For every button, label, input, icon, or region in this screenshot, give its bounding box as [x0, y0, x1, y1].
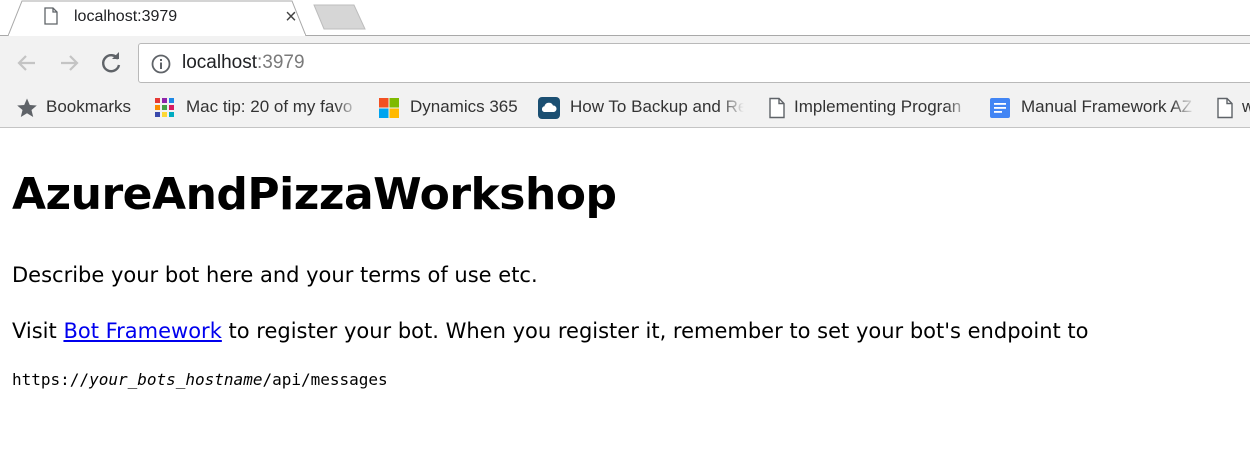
page-icon	[44, 7, 58, 25]
page-icon	[769, 97, 785, 119]
bookmark-label: w	[1242, 97, 1250, 117]
bookmark-how-to-backup[interactable]: How To Backup and Re	[538, 94, 744, 120]
page-content: AzureAndPizzaWorkshop Describe your bot …	[0, 129, 1250, 460]
grid-colorful-icon	[155, 98, 174, 117]
browser-toolbar: localhost:3979	[0, 36, 1250, 88]
bookmark-overflow[interactable]: w	[1214, 94, 1250, 120]
visit-prefix: Visit	[12, 319, 64, 343]
google-doc-icon	[990, 98, 1010, 118]
forward-button[interactable]	[56, 50, 82, 76]
label-fade	[335, 94, 359, 120]
microsoft-logo-icon	[379, 98, 399, 118]
page-icon	[1217, 97, 1233, 119]
bookmark-label: Manual Framework AZ	[1021, 97, 1192, 116]
label-fade	[946, 94, 970, 120]
bookmark-label: Dynamics 365	[410, 97, 518, 116]
url-text: localhost:3979	[182, 52, 305, 74]
new-tab-button[interactable]	[312, 4, 368, 30]
forward-arrow-icon	[61, 55, 79, 71]
endpoint-path: /api/messages	[262, 370, 388, 389]
label-fade	[1171, 94, 1195, 120]
bookmark-label: How To Backup and Re	[570, 97, 744, 116]
close-icon[interactable]: ×	[282, 7, 300, 27]
back-button[interactable]	[14, 50, 40, 76]
tab-localhost[interactable]: localhost:3979 ×	[8, 0, 306, 36]
endpoint-url: https://your_bots_hostname/api/messages	[12, 369, 388, 391]
cloud-icon	[538, 97, 560, 119]
reload-button[interactable]	[98, 50, 124, 76]
tab-title: localhost:3979	[74, 8, 178, 25]
bookmark-implementing-program[interactable]: Implementing Progran	[766, 94, 970, 120]
endpoint-prefix: https://	[12, 370, 90, 389]
register-instructions: Visit Bot Framework to register your bot…	[12, 317, 1089, 345]
tab-strip: localhost:3979 ×	[0, 0, 1250, 36]
bookmark-label: Mac tip: 20 of my favo	[186, 97, 353, 116]
bookmarks-bar: Bookmarks Mac tip: 20 of my favo Dynamic…	[0, 88, 1250, 128]
description-text: Describe your bot here and your terms of…	[12, 263, 538, 287]
url-port: :3979	[257, 52, 305, 73]
new-tab-icon	[313, 4, 366, 30]
bookmark-bookmarks[interactable]: Bookmarks	[16, 94, 146, 120]
bookmark-manual-framework[interactable]: Manual Framework AZ	[989, 94, 1195, 120]
reload-icon	[102, 52, 121, 73]
bookmark-mac-tip[interactable]: Mac tip: 20 of my favo	[154, 94, 359, 120]
bookmark-label: Bookmarks	[46, 97, 132, 116]
page-title: AzureAndPizzaWorkshop	[12, 169, 617, 220]
visit-suffix: to register your bot. When you register …	[221, 319, 1089, 343]
star-icon	[17, 98, 37, 117]
back-arrow-icon	[17, 55, 35, 71]
bot-framework-link[interactable]: Bot Framework	[63, 319, 221, 343]
url-host: localhost	[182, 52, 257, 73]
bookmark-dynamics-365[interactable]: Dynamics 365	[378, 94, 528, 120]
endpoint-host: your_bots_hostname	[89, 370, 263, 389]
bookmark-label: Implementing Progran	[794, 97, 962, 116]
address-bar[interactable]: localhost:3979	[138, 43, 1250, 83]
info-icon[interactable]	[151, 54, 171, 74]
label-fade	[720, 94, 744, 120]
